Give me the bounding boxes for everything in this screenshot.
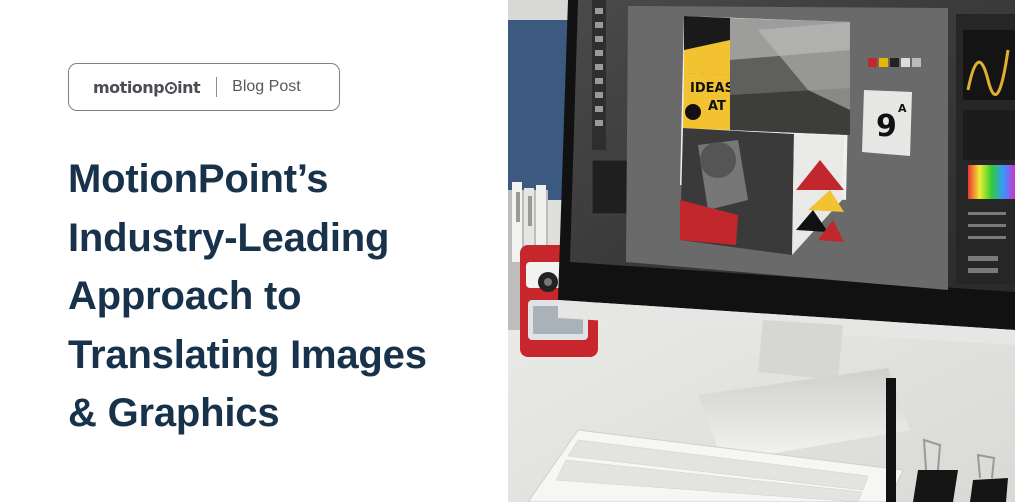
logo-text-end: int — [177, 77, 201, 97]
color-swatches — [868, 58, 921, 67]
motionpoint-logo: motionp int — [93, 77, 201, 97]
title-line-4: Translating Images — [68, 332, 427, 377]
brand-badge: motionp int Blog Post — [68, 63, 340, 111]
number-card: 9 A — [862, 90, 912, 156]
play-icon — [164, 82, 177, 94]
title-line-2: Industry-Leading — [68, 215, 390, 260]
title-line-1: MotionPoint’s — [68, 157, 329, 201]
title-line-3: Approach to — [68, 274, 302, 318]
blog-banner: motionp int Blog Post MotionPoint’s Indus… — [0, 0, 1015, 502]
hero-photo: IDEAS AT 9 A — [508, 0, 1015, 502]
pen — [886, 378, 896, 502]
logo-text-start: motionp — [93, 77, 165, 97]
monitor: IDEAS AT 9 A — [558, 0, 1015, 345]
poster-letter: A — [898, 102, 907, 115]
title-line-5: & Graphics — [68, 391, 280, 435]
poster-at-text: AT — [708, 99, 726, 114]
poster-collage: IDEAS AT — [680, 16, 850, 255]
page-title: MotionPoint’s Industry-Leading Approach … — [68, 150, 488, 443]
category-label: Blog Post — [232, 78, 301, 95]
poster-number: 9 — [876, 109, 897, 144]
text-panel: motionp int Blog Post MotionPoint’s Indus… — [0, 0, 508, 502]
poster-ideas-text: IDEAS — [690, 81, 734, 96]
desk-monitor-illustration: IDEAS AT 9 A — [508, 0, 1015, 502]
badge-divider — [216, 77, 218, 97]
